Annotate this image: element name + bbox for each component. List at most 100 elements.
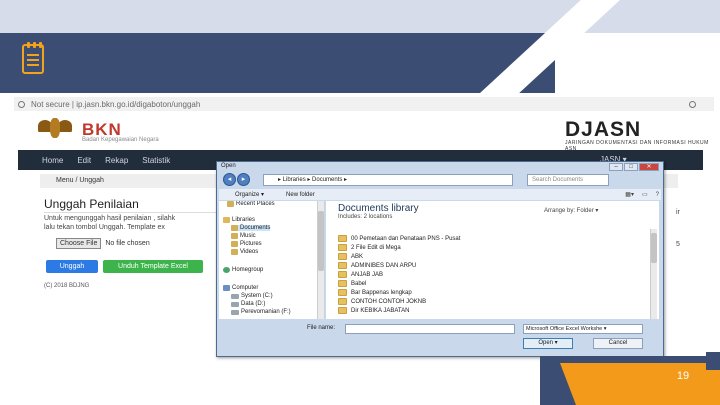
description-line-1: Untuk mengunggah hasil penilaian , silah… xyxy=(44,215,176,222)
nav-drive-c[interactable]: System (C:) xyxy=(231,293,273,299)
address-bar[interactable]: Not secure | ip.jasn.bkn.go.id/digaboton… xyxy=(14,97,714,111)
drive-icon xyxy=(231,293,239,299)
folder-name: Bar Bappenas lengkap xyxy=(351,289,412,296)
folder-icon xyxy=(227,201,234,207)
bkn-subtitle: Badan Kepegawaian Negara xyxy=(82,137,159,143)
download-template-button[interactable]: Unduh Template Excel xyxy=(103,260,203,273)
nav-item-label: Recent Places xyxy=(236,201,275,207)
organize-menu[interactable]: Organize ▾ xyxy=(235,191,264,198)
forward-arrow-icon[interactable]: ▸ xyxy=(237,173,250,186)
description-line-2: lalu tekan tombol Unggah. Template ex xyxy=(44,224,165,231)
folder-item[interactable]: Bar Bappenas lengkap xyxy=(338,289,412,296)
filename-label: File name: xyxy=(307,325,336,331)
folder-icon xyxy=(338,298,347,305)
nav-scroll-thumb[interactable] xyxy=(318,211,324,271)
folder-item[interactable]: ANJAB JAB xyxy=(338,271,383,278)
folder-icon xyxy=(231,249,238,255)
file-type-select[interactable]: Microsoft Office Excel Workshe ▾ xyxy=(523,324,643,334)
breadcrumb: Menu / Unggah xyxy=(40,174,220,188)
nav-item-label: Data (D:) xyxy=(241,301,266,307)
page-title: Unggah Penilaian xyxy=(44,197,139,211)
title-divider xyxy=(44,212,224,213)
file-list-scrollbar[interactable] xyxy=(650,229,657,319)
back-arrow-icon[interactable]: ◂ xyxy=(223,173,236,186)
nav-drive-d[interactable]: Data (D:) xyxy=(231,301,265,307)
folder-item[interactable]: CONTOH CONTOH JOKNB xyxy=(338,298,426,305)
upload-button[interactable]: Unggah xyxy=(46,260,98,273)
nav-recent-places[interactable]: Recent Places xyxy=(227,201,275,207)
help-icon[interactable]: ? xyxy=(656,192,659,198)
zoom-icon[interactable] xyxy=(689,100,696,108)
view-icon[interactable]: ▦▾ xyxy=(625,191,634,198)
description-right-1: ir xyxy=(676,209,680,216)
nav-item-label: Pictures xyxy=(240,241,262,247)
maximize-icon[interactable]: □ xyxy=(624,163,638,171)
garuda-logo-icon xyxy=(38,116,72,140)
nav-home[interactable]: Home xyxy=(42,156,63,165)
path-breadcrumb[interactable]: ▸ Libraries ▸ Documents ▸ xyxy=(263,174,513,186)
preview-icon[interactable]: ▭ xyxy=(642,191,648,198)
nav-libraries[interactable]: Libraries xyxy=(223,217,255,223)
choose-file-button[interactable]: Choose File xyxy=(56,238,102,249)
cancel-button[interactable]: Cancel xyxy=(593,338,643,349)
folder-icon xyxy=(231,233,238,239)
file-list-pane: Documents library Includes: 2 locations … xyxy=(326,201,659,319)
notes-icon xyxy=(22,42,44,74)
nav-videos[interactable]: Videos xyxy=(231,249,258,255)
folder-icon xyxy=(338,253,347,260)
folder-item[interactable]: 00 Pemetaan dan Penataan PNS - Pusat xyxy=(338,235,460,242)
file-status: No file chosen xyxy=(105,240,150,247)
nav-statistik[interactable]: Statistik xyxy=(142,156,170,165)
folder-icon xyxy=(338,235,347,242)
nav-documents[interactable]: Documents xyxy=(231,225,271,231)
folder-item[interactable]: ADMINIBES DAN ARPU xyxy=(338,262,416,269)
folder-item[interactable]: Babel xyxy=(338,280,366,287)
open-file-dialog: Open – □ ✕ ◂ ▸ ▸ Libraries ▸ Documents ▸… xyxy=(216,161,664,357)
folder-icon xyxy=(231,241,238,247)
folder-item[interactable]: ABK xyxy=(338,253,363,260)
nav-item-label: Computer xyxy=(232,285,259,291)
nav-edit[interactable]: Edit xyxy=(77,156,91,165)
new-folder-button[interactable]: New folder xyxy=(286,192,315,198)
nav-item-label: Homegroup xyxy=(232,267,264,273)
folder-icon xyxy=(338,262,347,269)
close-icon[interactable]: ✕ xyxy=(639,163,659,171)
nav-pictures[interactable]: Pictures xyxy=(231,241,262,247)
folder-name: 00 Pemetaan dan Penataan PNS - Pusat xyxy=(351,235,461,242)
nav-item-label: Libraries xyxy=(232,217,256,223)
open-button[interactable]: Open ▾ xyxy=(523,338,573,349)
file-scroll-thumb[interactable] xyxy=(651,233,657,263)
folder-name: Babel xyxy=(351,280,367,287)
folder-item[interactable]: 2 File Edit di Mega xyxy=(338,244,401,251)
slide: Not secure | ip.jasn.bkn.go.id/digaboton… xyxy=(0,0,720,405)
dialog-title: Open xyxy=(221,163,236,169)
filename-input[interactable] xyxy=(345,324,515,334)
dialog-toolbar: Organize ▾ New folder xyxy=(219,189,661,200)
nav-rekap[interactable]: Rekap xyxy=(105,156,128,165)
folder-icon xyxy=(338,244,347,251)
folder-name: ABK xyxy=(351,253,364,260)
nav-item-label: Perevomanian (F:) xyxy=(241,309,291,315)
search-input[interactable]: Search Documents xyxy=(527,174,609,186)
nav-item-label: Documents xyxy=(240,225,271,231)
file-input: Choose File No file chosen xyxy=(56,238,150,249)
address-text: Not secure | ip.jasn.bkn.go.id/digaboton… xyxy=(31,99,201,109)
minimize-icon[interactable]: – xyxy=(609,163,623,171)
description-right-2: 5 xyxy=(676,241,680,248)
folder-item[interactable]: Dir KEBIKA JABATAN xyxy=(338,307,409,314)
folder-icon xyxy=(338,307,347,314)
folder-name: 2 File Edit di Mega xyxy=(351,244,401,251)
computer-icon xyxy=(223,285,230,291)
nav-music[interactable]: Music xyxy=(231,233,256,239)
nav-computer[interactable]: Computer xyxy=(223,285,258,291)
nav-homegroup[interactable]: Homegroup xyxy=(223,267,263,273)
nav-scrollbar[interactable] xyxy=(317,201,324,319)
nav-drive-f[interactable]: Perevomanian (F:) xyxy=(231,309,291,315)
folder-name: Dir KEBIKA JABATAN xyxy=(351,307,410,314)
arrange-by-menu[interactable]: Arrange by: Folder ▾ xyxy=(544,207,598,214)
drive-icon xyxy=(231,301,239,307)
drive-icon xyxy=(231,309,239,315)
nav-item-label: Videos xyxy=(240,249,259,255)
folder-icon xyxy=(338,289,347,296)
window-controls: – □ ✕ xyxy=(609,163,659,171)
